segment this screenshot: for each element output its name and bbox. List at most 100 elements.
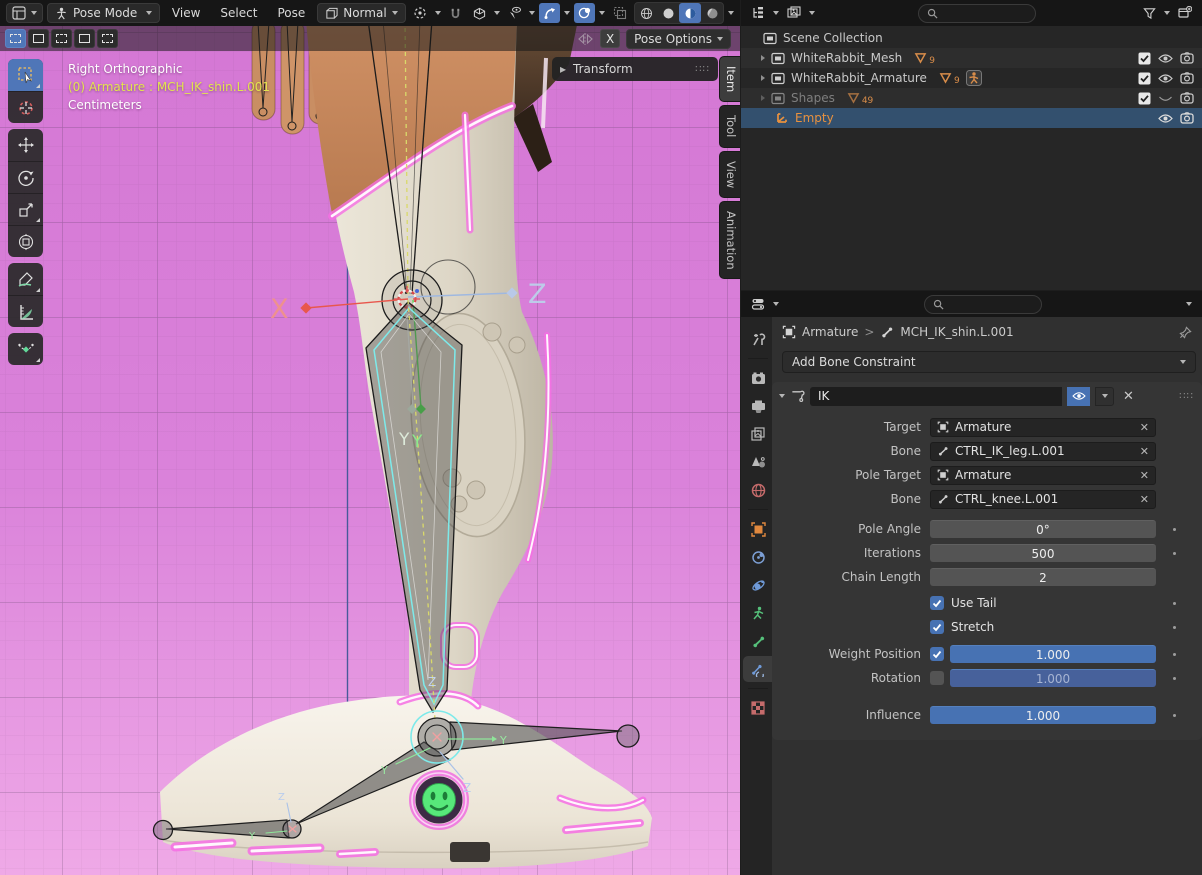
properties-editor-chevron[interactable] <box>773 302 779 306</box>
tab-object-properties[interactable] <box>744 516 772 542</box>
tab-tool[interactable]: Tool <box>719 105 740 147</box>
tool-transform[interactable] <box>8 225 43 257</box>
clear-pole-target-icon[interactable]: ✕ <box>1140 469 1149 482</box>
show-overlays-toggle[interactable] <box>574 3 595 23</box>
tab-scene-properties[interactable] <box>744 449 772 475</box>
rotation-slider-disabled[interactable]: 1.000 <box>950 669 1156 687</box>
pole-angle-slider[interactable]: 0° <box>930 520 1156 538</box>
pivot-chevron[interactable] <box>435 11 441 15</box>
transform-panel-collapsed[interactable]: ▸ Transform ∷∷ <box>552 57 718 81</box>
animate-dot[interactable] <box>1173 552 1176 555</box>
weight-position-slider[interactable]: 1.000 <box>950 645 1156 663</box>
camera-render-icon[interactable] <box>1180 52 1194 64</box>
constraint-extras-dropdown[interactable] <box>1095 387 1114 406</box>
outliner-display-mode-button[interactable] <box>783 3 805 23</box>
pose-options-dropdown[interactable]: Pose Options <box>626 29 731 49</box>
clear-pole-bone-icon[interactable]: ✕ <box>1140 493 1149 506</box>
ik-target-circle[interactable] <box>617 725 639 747</box>
tool-annotate[interactable] <box>8 263 43 295</box>
rotation-checkbox-unchecked[interactable] <box>930 671 944 685</box>
tool-move[interactable] <box>8 129 43 161</box>
tab-armature-data-properties[interactable] <box>744 600 772 626</box>
viewport-scene[interactable]: X Z Y Y Z Y Y Z Y Z <box>0 0 740 875</box>
menu-pose[interactable]: Pose <box>269 6 313 20</box>
orientation-dropdown[interactable]: Normal <box>317 3 405 23</box>
properties-options-chevron[interactable] <box>1186 302 1192 306</box>
tab-bone-constraints-active[interactable] <box>743 656 772 682</box>
filter-chevron[interactable] <box>1164 11 1170 15</box>
mirror-x-toggle[interactable]: X <box>600 29 620 48</box>
exclude-checkbox-checked[interactable] <box>1138 52 1151 65</box>
snap-settings-dropdown[interactable] <box>469 3 490 23</box>
tool-pose-breakdowner[interactable] <box>8 333 43 365</box>
camera-render-icon[interactable] <box>1180 112 1194 124</box>
menu-select[interactable]: Select <box>212 6 265 20</box>
tab-view-layer-properties[interactable] <box>744 421 772 447</box>
editor-type-button[interactable] <box>6 3 43 23</box>
camera-render-icon[interactable] <box>1180 72 1194 84</box>
outliner-row-scene-collection[interactable]: Scene Collection <box>741 28 1202 48</box>
overlays-chevron[interactable] <box>599 11 605 15</box>
outliner-search-input[interactable] <box>918 4 1036 23</box>
eye-visible-icon[interactable] <box>1158 73 1173 84</box>
eye-visible-icon[interactable] <box>1158 113 1173 124</box>
bone-field[interactable]: CTRL_IK_leg.L.001 ✕ <box>930 442 1156 461</box>
animate-dot[interactable] <box>1173 626 1176 629</box>
camera-render-icon[interactable] <box>1180 92 1194 104</box>
xray-toggle[interactable] <box>609 3 630 23</box>
outliner-editor-type-button[interactable] <box>747 3 769 23</box>
tab-object-constraints[interactable] <box>744 544 772 570</box>
outliner-row-whiterabbit-mesh[interactable]: WhiteRabbit_Mesh 9 <box>741 48 1202 68</box>
tab-render-properties[interactable] <box>744 365 772 391</box>
use-tail-checkbox[interactable] <box>930 596 944 610</box>
select-mode-set[interactable] <box>5 29 26 48</box>
outliner-editor-chevron[interactable] <box>773 11 779 15</box>
eye-visible-icon[interactable] <box>1158 53 1173 64</box>
visibility-chevron[interactable] <box>529 11 535 15</box>
outliner-row-empty-selected[interactable]: Empty <box>741 108 1202 128</box>
constraint-name-field[interactable]: IK <box>810 387 1062 406</box>
select-mode-extend[interactable] <box>28 29 49 48</box>
tab-view[interactable]: View <box>719 151 740 198</box>
shading-wireframe-button[interactable] <box>635 3 657 23</box>
exclude-checkbox-checked[interactable] <box>1138 72 1151 85</box>
outliner-row-shapes[interactable]: Shapes 49 <box>741 88 1202 108</box>
animate-dot[interactable] <box>1173 602 1176 605</box>
shading-rendered-button[interactable] <box>701 3 723 23</box>
constraint-drag-handle[interactable]: ∷∷ <box>1179 391 1194 402</box>
gizmo-chevron[interactable] <box>564 11 570 15</box>
tab-output-properties[interactable] <box>744 393 772 419</box>
tab-bone-properties[interactable] <box>744 628 772 654</box>
animate-dot[interactable] <box>1173 653 1176 656</box>
tool-rotate[interactable] <box>8 161 43 193</box>
expand-arrow-icon[interactable] <box>761 55 765 61</box>
add-bone-constraint-button[interactable]: Add Bone Constraint <box>782 351 1196 373</box>
pole-bone-field[interactable]: CTRL_knee.L.001 ✕ <box>930 490 1156 509</box>
tab-tool-properties[interactable] <box>744 326 772 352</box>
snap-chevron[interactable] <box>494 11 500 15</box>
display-mode-chevron[interactable] <box>809 11 815 15</box>
tab-world-properties[interactable] <box>744 477 772 503</box>
eye-hidden-icon[interactable] <box>1158 93 1173 104</box>
animate-dot[interactable] <box>1173 677 1176 680</box>
stretch-checkbox[interactable] <box>930 620 944 634</box>
show-gizmo-toggle[interactable] <box>539 3 560 23</box>
menu-view[interactable]: View <box>164 6 208 20</box>
constraint-enable-eye-button[interactable] <box>1067 387 1090 406</box>
constraint-delete-button[interactable]: ✕ <box>1119 389 1138 404</box>
tab-physics-properties[interactable] <box>744 572 772 598</box>
clear-bone-icon[interactable]: ✕ <box>1140 445 1149 458</box>
iterations-slider[interactable]: 500 <box>930 544 1156 562</box>
expand-arrow-icon[interactable] <box>761 75 765 81</box>
breadcrumb-bone[interactable]: MCH_IK_shin.L.001 <box>900 325 1013 339</box>
select-mode-invert[interactable] <box>74 29 95 48</box>
properties-editor-type-button[interactable] <box>747 294 769 314</box>
pin-icon[interactable] <box>1179 326 1192 339</box>
animate-dot[interactable] <box>1173 714 1176 717</box>
new-collection-button[interactable] <box>1174 3 1196 23</box>
tab-texture-properties[interactable] <box>744 695 772 721</box>
properties-search-input[interactable] <box>924 295 1042 314</box>
exclude-checkbox-checked[interactable] <box>1138 92 1151 105</box>
tool-cursor[interactable] <box>8 91 43 123</box>
expand-arrow-icon[interactable] <box>761 95 765 101</box>
